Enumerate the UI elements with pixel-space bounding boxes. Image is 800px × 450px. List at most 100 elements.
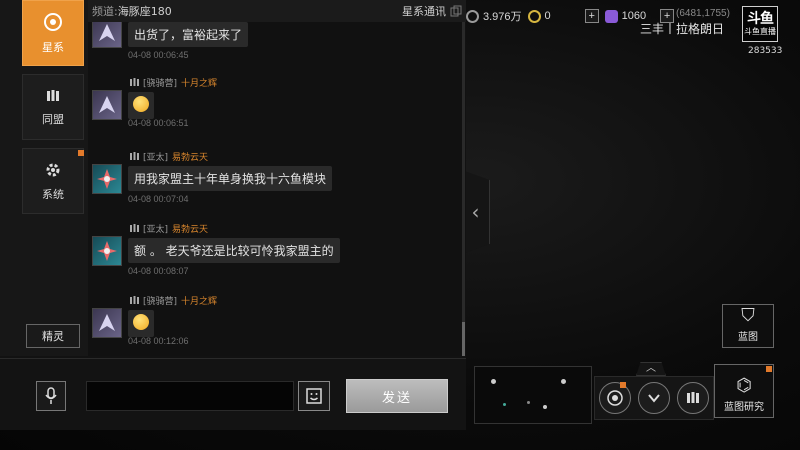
message-bubble[interactable]: 额 。 老天爷还是比较可怜我家盟主的 [128, 238, 340, 263]
star-emblem-icon [97, 169, 117, 189]
blueprint-icon: ⛉ [741, 305, 755, 326]
add-alloy-button[interactable]: + [584, 9, 599, 23]
resource-credits-value: 3.976万 [483, 11, 522, 23]
notification-dot [78, 150, 84, 156]
ship-emblem-icon [99, 24, 115, 41]
orbit-icon [606, 390, 623, 406]
resource-credits: 3.976万 [466, 8, 522, 24]
down-arrow-icon [648, 394, 660, 403]
bottom-action-bar [594, 376, 714, 420]
minimap-marker [543, 405, 547, 409]
laughing-emoji-icon [133, 96, 149, 112]
player-name: 三丰丨拉格朗日 [640, 22, 725, 36]
send-button[interactable]: 发送 [346, 379, 448, 413]
blueprint-button[interactable]: ⛉ 蓝图 [722, 304, 774, 348]
tab-galaxy-label: 星系 [42, 41, 64, 54]
scrollbar-thumb[interactable] [462, 322, 465, 356]
expand-up-button[interactable]: ︿ [636, 362, 666, 376]
voice-button[interactable] [36, 381, 66, 411]
message-time: 04-08 00:06:45 [128, 50, 189, 60]
minimap-marker [491, 379, 496, 384]
sender-alliance: [骁骑营] [143, 79, 178, 89]
avatar[interactable] [92, 164, 122, 194]
sender-alliance: [骁骑营] [143, 297, 178, 307]
ship-emblem-icon [99, 314, 115, 331]
message-bubble[interactable] [128, 92, 154, 119]
resource-alloy-value: 0 [544, 10, 551, 22]
message-time: 04-08 00:07:04 [128, 194, 189, 204]
sender-name[interactable]: 十月之辉 [181, 294, 217, 307]
sender-meta: [亚太] 易勃云天 [130, 222, 208, 235]
channel-info: 频道:海豚座180 [92, 3, 172, 19]
minimap-marker [527, 401, 530, 404]
star-comm-label: 星系通讯 [402, 5, 446, 18]
douyu-logo: 斗鱼 斗鱼直播 [742, 6, 778, 42]
minimap[interactable] [474, 366, 592, 424]
sprite-button[interactable]: 精灵 [26, 324, 80, 348]
channel-label: 频道: [92, 5, 118, 18]
galaxy-icon [44, 13, 62, 31]
microphone-icon [45, 387, 57, 404]
notification-dot [620, 382, 626, 388]
system-gear-icon [46, 163, 60, 177]
message-bubble[interactable]: 出货了，富裕起来了 [128, 22, 249, 47]
emoji-button[interactable] [298, 381, 330, 411]
rank-icon [130, 224, 139, 232]
minimap-marker [561, 379, 566, 384]
chat-scrollbar[interactable] [462, 22, 465, 356]
tab-galaxy[interactable]: 星系 [22, 0, 84, 66]
chat-panel: 星系 同盟 系统 精灵 频道:海豚座180 星系通讯 出货了，富裕起来了 04-… [0, 0, 466, 430]
alliance-icon [47, 90, 59, 101]
avatar[interactable] [92, 22, 122, 48]
channel-nav: 星系 同盟 系统 精灵 [0, 0, 88, 356]
sender-meta: [骁骑营] 十月之辉 [130, 76, 217, 89]
sender-name[interactable]: 易勃云天 [172, 150, 208, 163]
minimap-marker [503, 403, 506, 406]
sender-name[interactable]: 易勃云天 [172, 222, 208, 235]
rank-icon [130, 152, 139, 160]
message-bubble[interactable]: 用我家盟主十年单身换我十六鱼模块 [128, 166, 333, 191]
collapse-chat-button[interactable]: ‹ [462, 170, 490, 254]
crystal-icon [604, 9, 618, 23]
message-time: 04-08 00:06:51 [128, 118, 189, 128]
coordinates: (6481,1755) [676, 8, 730, 19]
alloy-icon [527, 9, 541, 23]
copy-icon [450, 5, 462, 17]
message-time: 04-08 00:12:06 [128, 336, 189, 346]
message-input[interactable] [86, 381, 294, 411]
tab-alliance[interactable]: 同盟 [22, 74, 84, 140]
tab-system[interactable]: 系统 [22, 148, 84, 214]
message-time: 04-08 00:08:07 [128, 266, 189, 276]
rank-icon [130, 78, 139, 86]
sender-name[interactable]: 十月之辉 [181, 76, 217, 89]
ship-emblem-icon [99, 96, 115, 113]
notification-dot [766, 366, 772, 372]
resource-alloy: 0 [527, 9, 551, 23]
message-bubble[interactable] [128, 310, 154, 337]
members-icon [687, 392, 700, 403]
avatar[interactable] [92, 90, 122, 120]
rank-icon [130, 296, 139, 304]
room-id: 283533 [748, 46, 783, 56]
smiley-icon [306, 388, 322, 404]
star-comm-button[interactable]: 星系通讯 [402, 3, 462, 19]
logo-text: 斗鱼 [747, 10, 774, 27]
message-list[interactable]: 出货了，富裕起来了 04-08 00:06:45 [骁骑营] 十月之辉 04-0… [88, 22, 462, 356]
sender-alliance: [亚太] [143, 153, 169, 163]
logo-sub: 斗鱼直播 [744, 26, 776, 36]
blueprint-label: 蓝图 [738, 332, 758, 343]
sender-alliance: [亚太] [143, 225, 169, 235]
chat-header: 频道:海豚座180 星系通讯 [88, 0, 466, 22]
download-button[interactable] [637, 382, 670, 414]
avatar[interactable] [92, 308, 122, 338]
credit-icon [466, 9, 479, 23]
tab-system-label: 系统 [42, 188, 64, 201]
sender-meta: [骁骑营] 十月之辉 [130, 294, 217, 307]
grinning-emoji-icon [133, 314, 149, 330]
star-emblem-icon [97, 241, 117, 261]
chat-input-bar: 发送 [0, 358, 466, 430]
research-icon: ⌬ [736, 375, 752, 396]
blueprint-research-button[interactable]: ⌬ 蓝图研究 [714, 364, 774, 418]
avatar[interactable] [92, 236, 122, 266]
alliance-members-button[interactable] [677, 382, 710, 414]
